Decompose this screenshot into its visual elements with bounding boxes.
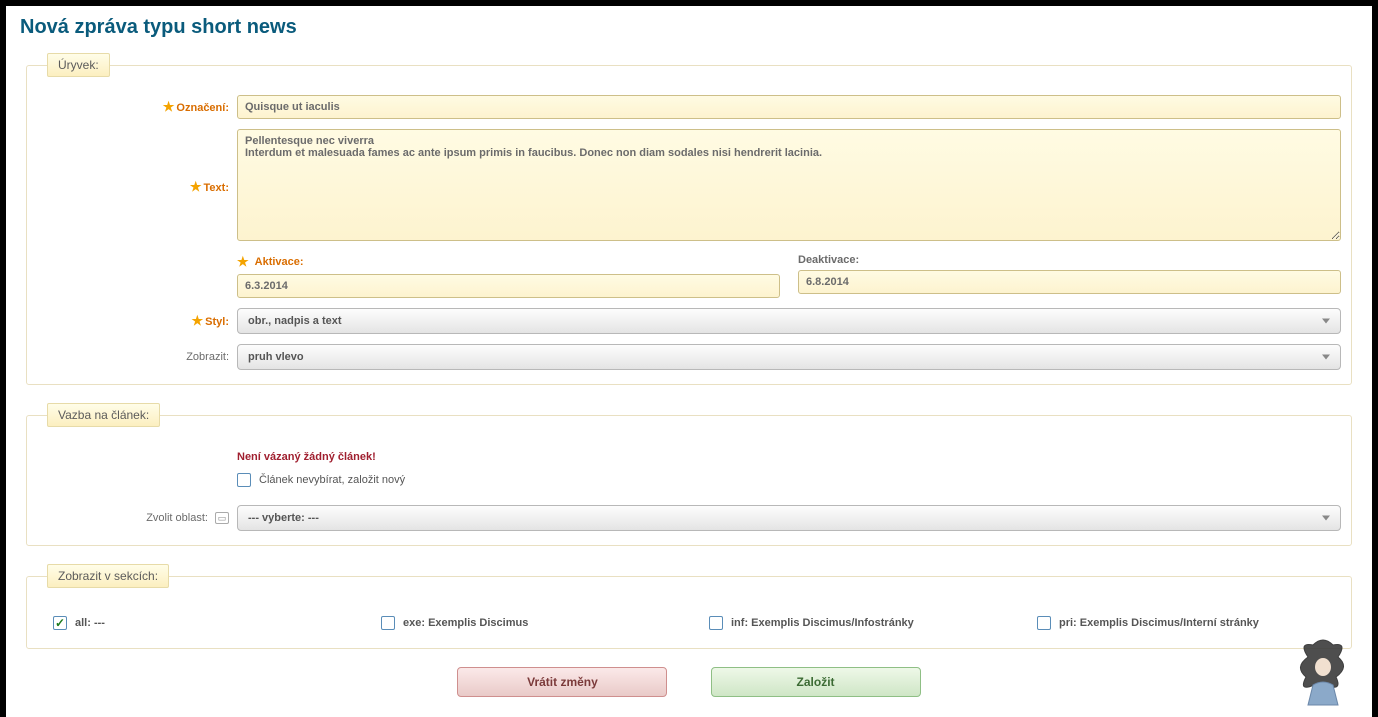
new-article-checkbox-label: Článek nevybírat, založit nový [259,474,405,486]
legend-vazba: Vazba na článek: [47,403,160,427]
section-label: all: --- [75,617,105,629]
star-icon: ★ [192,313,204,328]
label-text: ★Text: [37,179,237,195]
chevron-down-icon [1322,319,1330,324]
styl-select-value: obr., nadpis a text [248,315,342,327]
revert-button[interactable]: Vrátit změny [457,667,667,697]
save-button[interactable]: Založit [711,667,921,697]
legend-sekce: Zobrazit v sekcích: [47,564,169,588]
label-styl: ★Styl: [37,313,237,329]
label-deaktivace: Deaktivace: [798,254,1341,266]
label-zobrazit: Zobrazit: [37,351,237,363]
article-warning: Není vázaný žádný článek! [237,451,1341,463]
chevron-down-icon [1322,516,1330,521]
chevron-down-icon [1322,355,1330,360]
oblast-select-value: --- vyberte: --- [248,512,319,524]
zobrazit-select-value: pruh vlevo [248,351,304,363]
deaktivace-input[interactable] [798,270,1341,294]
hint-icon[interactable]: ▭ [215,512,229,524]
label-oznaceni: ★Označení: [37,99,237,115]
section-label: inf: Exemplis Discimus/Infostránky [731,617,914,629]
oznaceni-input[interactable] [237,95,1341,119]
zobrazit-select[interactable]: pruh vlevo [237,344,1341,370]
section-item: exe: Exemplis Discimus [381,616,669,630]
star-icon: ★ [237,254,249,270]
styl-select[interactable]: obr., nadpis a text [237,308,1341,334]
section-label: pri: Exemplis Discimus/Interní stránky [1059,617,1259,629]
section-checkbox[interactable] [709,616,723,630]
section-checkbox[interactable] [53,616,67,630]
star-icon: ★ [190,179,202,194]
section-checkbox[interactable] [381,616,395,630]
legend-uryvek: Úryvek: [47,53,110,77]
page-title: Nová zpráva typu short news [20,16,1360,39]
section-item: pri: Exemplis Discimus/Interní stránky [1037,616,1325,630]
aktivace-input[interactable] [237,274,780,298]
oblast-select[interactable]: --- vyberte: --- [237,505,1341,531]
section-item: all: --- [53,616,341,630]
section-item: inf: Exemplis Discimus/Infostránky [709,616,997,630]
fieldset-sekce: Zobrazit v sekcích: all: --- exe: Exempli… [26,564,1352,649]
text-textarea[interactable]: Pellentesque nec viverra Interdum et mal… [237,129,1341,241]
star-icon: ★ [163,99,175,114]
fieldset-vazba: Vazba na článek: Není vázaný žádný článe… [26,403,1352,546]
fieldset-uryvek: Úryvek: ★Označení: ★Text: Pellentesque n… [26,53,1352,385]
section-label: exe: Exemplis Discimus [403,617,528,629]
new-article-checkbox[interactable] [237,473,251,487]
section-checkbox[interactable] [1037,616,1051,630]
label-aktivace: ★Aktivace: [237,254,780,270]
label-oblast: Zvolit oblast: ▭ [37,512,237,525]
